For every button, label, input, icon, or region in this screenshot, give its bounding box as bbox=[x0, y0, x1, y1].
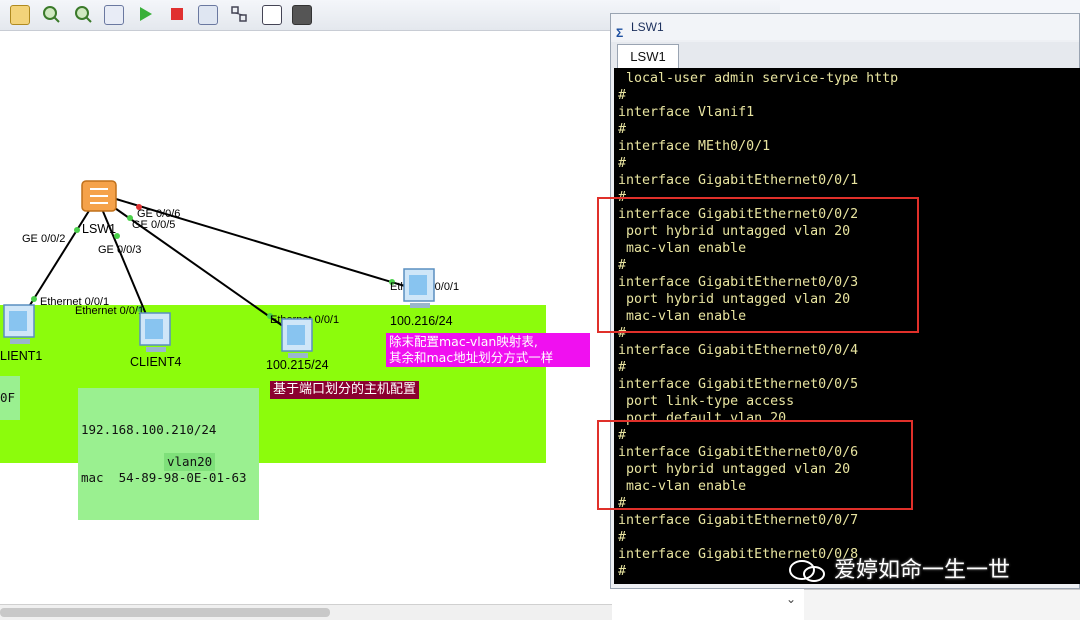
fit-icon[interactable] bbox=[104, 5, 124, 25]
mac-info-mac: mac 54-89-98-0E-01-63 bbox=[81, 470, 247, 485]
window-controls-area bbox=[780, 0, 1080, 13]
screenshot-icon[interactable] bbox=[292, 5, 312, 25]
tab-lsw1[interactable]: LSW1 bbox=[617, 44, 679, 69]
zoom-out-icon[interactable] bbox=[74, 5, 92, 23]
window-icon[interactable] bbox=[262, 5, 282, 25]
pc-icon[interactable] bbox=[400, 267, 440, 311]
window-titlebar[interactable]: Σ LSW1 bbox=[611, 14, 1079, 40]
mac-vlan-note: 除末配置mac-vlan映射表, 其余和mac地址划分方式一样 bbox=[386, 333, 590, 367]
highlight-box-ports-2-3 bbox=[597, 197, 919, 333]
port-config-note: 基于端口划分的主机配置 bbox=[270, 381, 420, 399]
window-title: LSW1 bbox=[631, 20, 664, 34]
port-label-ge006: GE 0/0/6 bbox=[137, 208, 181, 220]
pc-icon[interactable] bbox=[0, 303, 40, 347]
port-label-ge002: GE 0/0/2 bbox=[22, 233, 66, 245]
scrollbar-thumb[interactable] bbox=[0, 608, 330, 617]
mac-info-ip: 192.168.100.210/24 bbox=[81, 422, 217, 437]
horizontal-scrollbar[interactable] bbox=[0, 604, 612, 620]
status-panel bbox=[804, 589, 1080, 620]
port-label-ge005: GE 0/0/5 bbox=[132, 219, 176, 231]
terminal-window[interactable]: Σ LSW1 LSW1 local-user admin service-typ… bbox=[597, 13, 1080, 589]
port-dot-client1 bbox=[31, 296, 37, 302]
host-label-pc4: 100.216/24 bbox=[390, 314, 453, 328]
switch-label: LSW1 bbox=[82, 222, 117, 236]
tab-bar: LSW1 bbox=[611, 42, 1079, 69]
chevron-down-icon[interactable]: ⌄ bbox=[786, 592, 796, 606]
pc-icon[interactable] bbox=[278, 317, 318, 361]
port-label-ge003: GE 0/0/3 bbox=[98, 244, 142, 256]
pc-icon[interactable] bbox=[136, 311, 176, 355]
left-partial-note: 0F bbox=[0, 376, 20, 420]
host-label-pc3: 100.215/24 bbox=[266, 358, 329, 372]
highlight-box-port-6 bbox=[597, 420, 913, 510]
capture-icon[interactable] bbox=[198, 5, 218, 25]
vlan-label: vlan20 bbox=[164, 453, 216, 471]
square-icon[interactable] bbox=[10, 5, 30, 25]
switch-icon[interactable] bbox=[81, 180, 117, 212]
topology-canvas[interactable]: GE 0/0/2 LSW1 GE 0/0/3 GE 0/0/5 GE 0/0/6… bbox=[0, 31, 612, 619]
start-icon[interactable] bbox=[136, 5, 154, 23]
host-label-client1: LIENT1 bbox=[0, 349, 43, 363]
wechat-icon bbox=[789, 560, 825, 582]
zoom-in-icon[interactable] bbox=[42, 5, 60, 23]
topology-icon[interactable] bbox=[230, 5, 248, 23]
host-port-label-2: Ethernet 0/0/1 bbox=[75, 305, 145, 317]
port-dot-ge002 bbox=[74, 227, 80, 233]
stop-icon[interactable] bbox=[168, 5, 186, 23]
watermark-text: 爱婷如命一生一世 bbox=[834, 558, 1011, 583]
host-label-client4: CLIENT4 bbox=[130, 355, 182, 369]
